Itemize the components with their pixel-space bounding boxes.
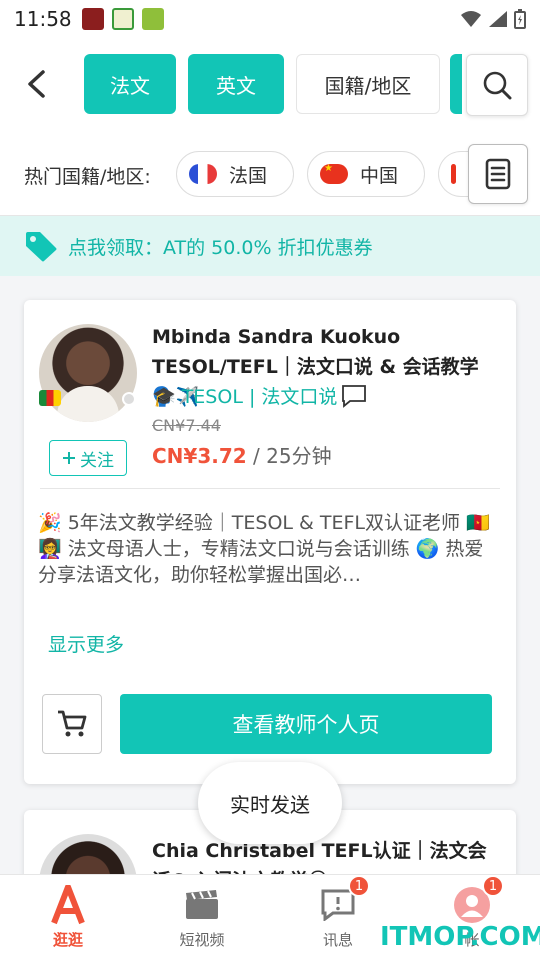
app-notification-icon — [111, 8, 134, 30]
popular-country-row: 热门国籍/地区: 法国 中国 — [0, 138, 540, 216]
list-view-button[interactable] — [468, 144, 528, 204]
country-chip-france[interactable]: 法国 — [176, 151, 294, 197]
country-chip-label: 法国 — [229, 164, 268, 187]
battery-icon — [514, 9, 526, 29]
cameroon-flag-icon — [39, 390, 61, 406]
country-chip-china[interactable]: 中国 — [307, 151, 425, 197]
signal-icon — [489, 11, 507, 27]
show-more-link[interactable]: 显示更多 — [48, 630, 124, 657]
lesson-duration: / 25分钟 — [253, 444, 332, 468]
coupon-banner[interactable]: 点我领取：AT的 50.0% 折扣优惠券 — [0, 216, 540, 276]
status-time: 11:58 — [14, 7, 72, 31]
country-chip-overflow[interactable] — [438, 151, 468, 197]
teacher-tag: 🎓 TESOL | 法文口说 — [152, 382, 367, 409]
language-chip-english[interactable]: 英文 — [188, 54, 284, 114]
app-root: 11:58 法文 英文 国籍/地区 热门国籍/地区: 法国 中国 — [0, 0, 540, 960]
follow-button[interactable]: 关注 — [49, 440, 127, 476]
view-profile-button[interactable]: 查看教师个人页 — [120, 694, 492, 754]
chat-bubble-icon — [342, 384, 367, 408]
wifi-icon — [461, 11, 481, 27]
avatar-shirt — [57, 386, 119, 422]
chevron-left-icon — [28, 70, 45, 98]
price-row: CN¥3.72 / 25分钟 — [152, 440, 332, 469]
explore-icon — [48, 885, 88, 925]
popular-country-label: 热门国籍/地区: — [24, 166, 151, 188]
teacher-intro: 🎉 5年法文教学经验｜TESOL & TEFL双认证老师 🇨🇲 👩‍🏫 法文母语… — [38, 512, 490, 586]
unread-badge: 1 — [348, 875, 370, 897]
teacher-avatar[interactable] — [39, 324, 137, 422]
overflow-chip[interactable] — [450, 54, 462, 114]
account-icon: 1 — [452, 875, 504, 925]
cart-icon — [58, 710, 87, 737]
unread-badge: 1 — [482, 875, 504, 897]
nav-item-short-video[interactable]: 短视频 — [152, 885, 252, 950]
nav-item-messages[interactable]: 1 讯息 — [288, 875, 388, 950]
app-notification-icon — [81, 8, 104, 30]
nav-item-explore[interactable]: 逛逛 — [18, 885, 118, 950]
clapperboard-icon — [182, 885, 222, 925]
cart-button[interactable] — [42, 694, 102, 754]
nav-label: 短视频 — [179, 931, 225, 949]
filter-header: 法文 英文 国籍/地区 — [0, 38, 540, 138]
card-divider — [40, 488, 500, 489]
document-list-icon — [485, 158, 511, 190]
nav-label: 讯息 — [322, 931, 353, 949]
message-icon: 1 — [318, 875, 370, 925]
country-chip-label: 中国 — [360, 164, 399, 187]
language-chip-french[interactable]: 法文 — [84, 54, 176, 114]
nav-label: 逛逛 — [52, 931, 83, 949]
nationality-chip[interactable]: 国籍/地区 — [296, 54, 440, 114]
status-icons — [460, 9, 526, 29]
china-flag-icon — [320, 164, 348, 184]
teacher-card[interactable]: 关注 Mbinda Sandra Kuokuo TESOL/TEFL｜法文口说 … — [24, 300, 516, 784]
status-bar: 11:58 — [0, 0, 540, 38]
live-send-button[interactable]: 实时发送 — [198, 762, 342, 844]
china-flag-icon — [451, 164, 456, 184]
search-icon — [483, 71, 512, 100]
watermark-text: ITMOP.COM — [380, 922, 540, 952]
discount-price: CN¥3.72 — [152, 444, 247, 468]
follow-label: 关注 — [80, 450, 114, 471]
online-status-dot — [122, 392, 136, 406]
tag-icon — [26, 232, 57, 262]
original-price: CN¥7.44 — [152, 416, 221, 435]
back-button[interactable] — [18, 66, 54, 102]
app-notification-icon — [141, 8, 164, 30]
plus-icon — [63, 452, 75, 464]
coupon-text: 点我领取：AT的 50.0% 折扣优惠券 — [68, 236, 373, 259]
france-flag-icon — [189, 164, 217, 184]
search-button[interactable] — [466, 54, 528, 116]
teacher-tag-label: 🎓 TESOL | 法文口说 — [152, 386, 338, 408]
